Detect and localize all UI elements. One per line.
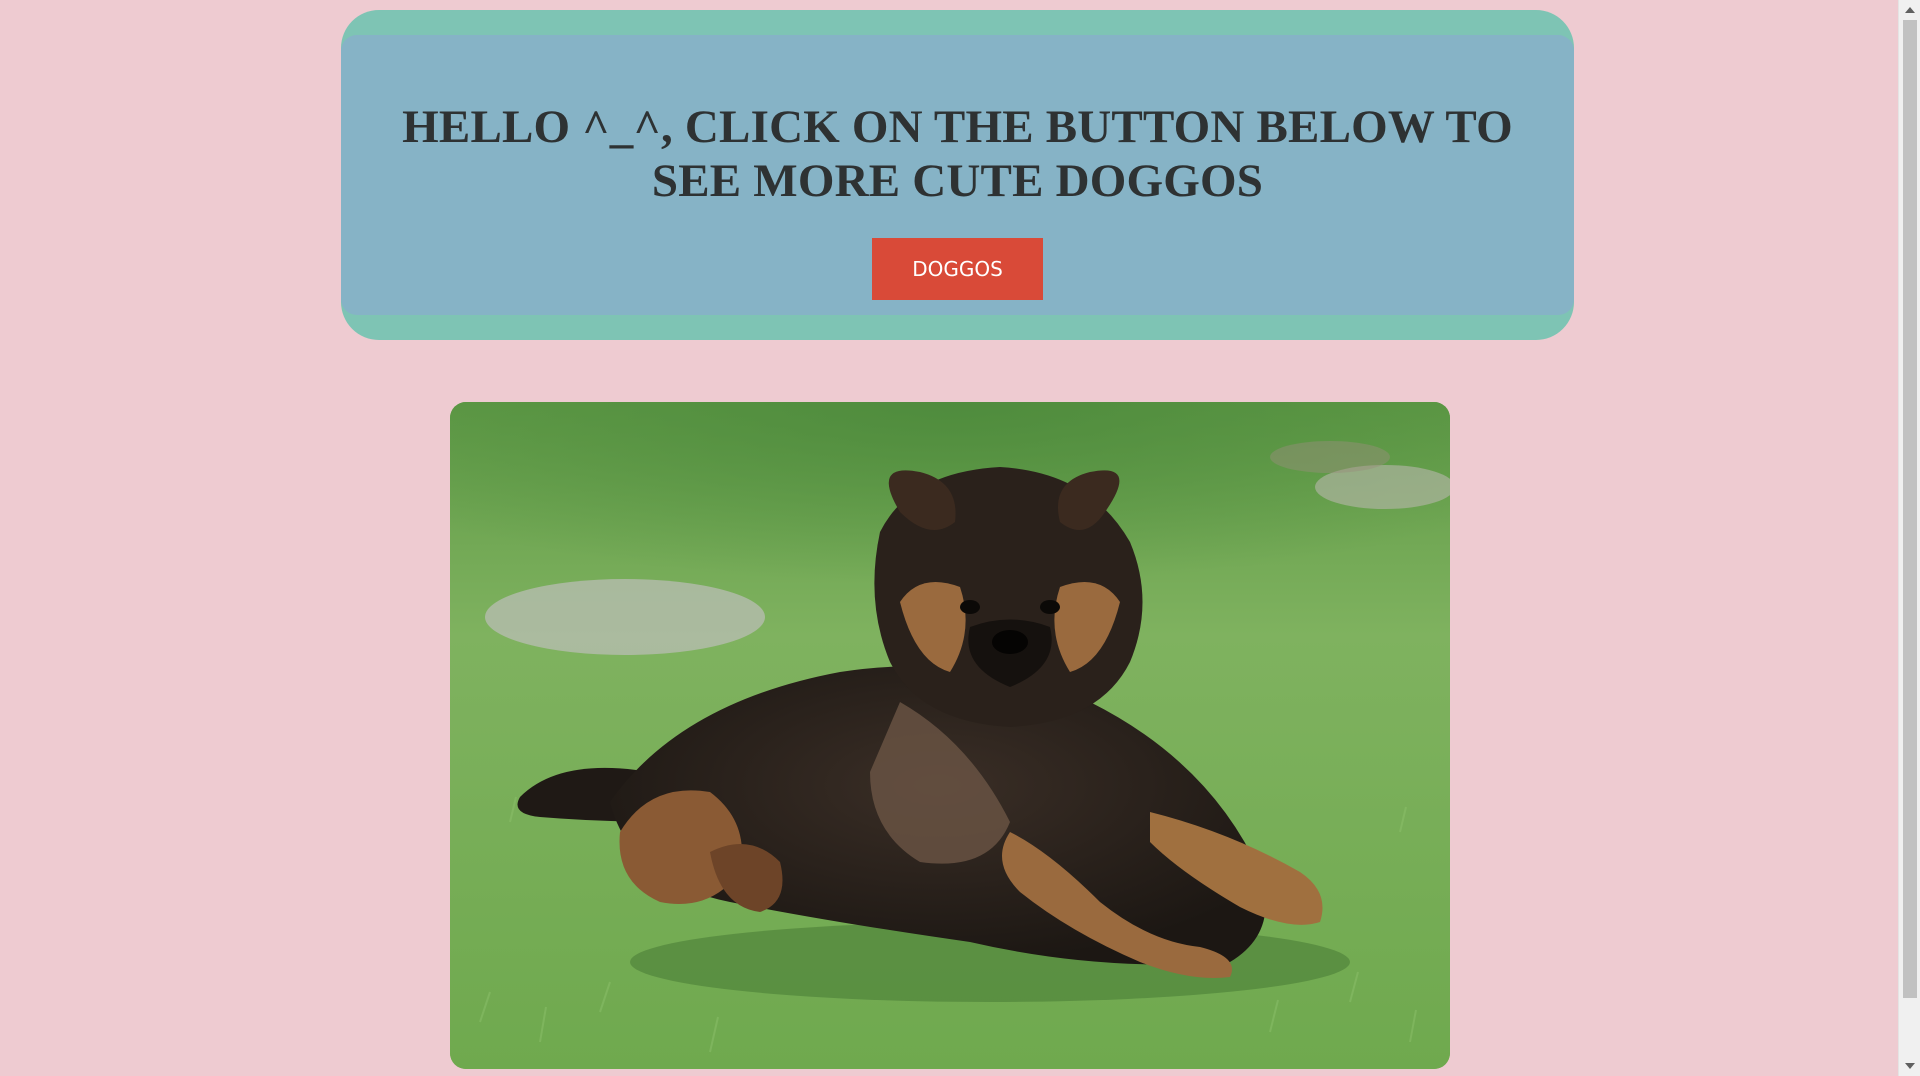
- page-headline: HELLO ^_^, CLICK ON THE BUTTON BELOW TO …: [402, 101, 1513, 207]
- scroll-down-arrow-icon[interactable]: [1905, 1063, 1915, 1069]
- header-banner: HELLO ^_^, CLICK ON THE BUTTON BELOW TO …: [341, 10, 1574, 340]
- page: HELLO ^_^, CLICK ON THE BUTTON BELOW TO …: [0, 0, 1898, 1076]
- header-panel: HELLO ^_^, CLICK ON THE BUTTON BELOW TO …: [341, 35, 1574, 315]
- vertical-scrollbar[interactable]: [1898, 0, 1920, 1076]
- scrollbar-thumb[interactable]: [1903, 20, 1917, 998]
- puppy-image: [450, 402, 1450, 1069]
- doggos-button[interactable]: DOGGOS: [872, 238, 1043, 300]
- scroll-up-arrow-icon[interactable]: [1905, 7, 1915, 13]
- dog-photo: [450, 402, 1450, 1069]
